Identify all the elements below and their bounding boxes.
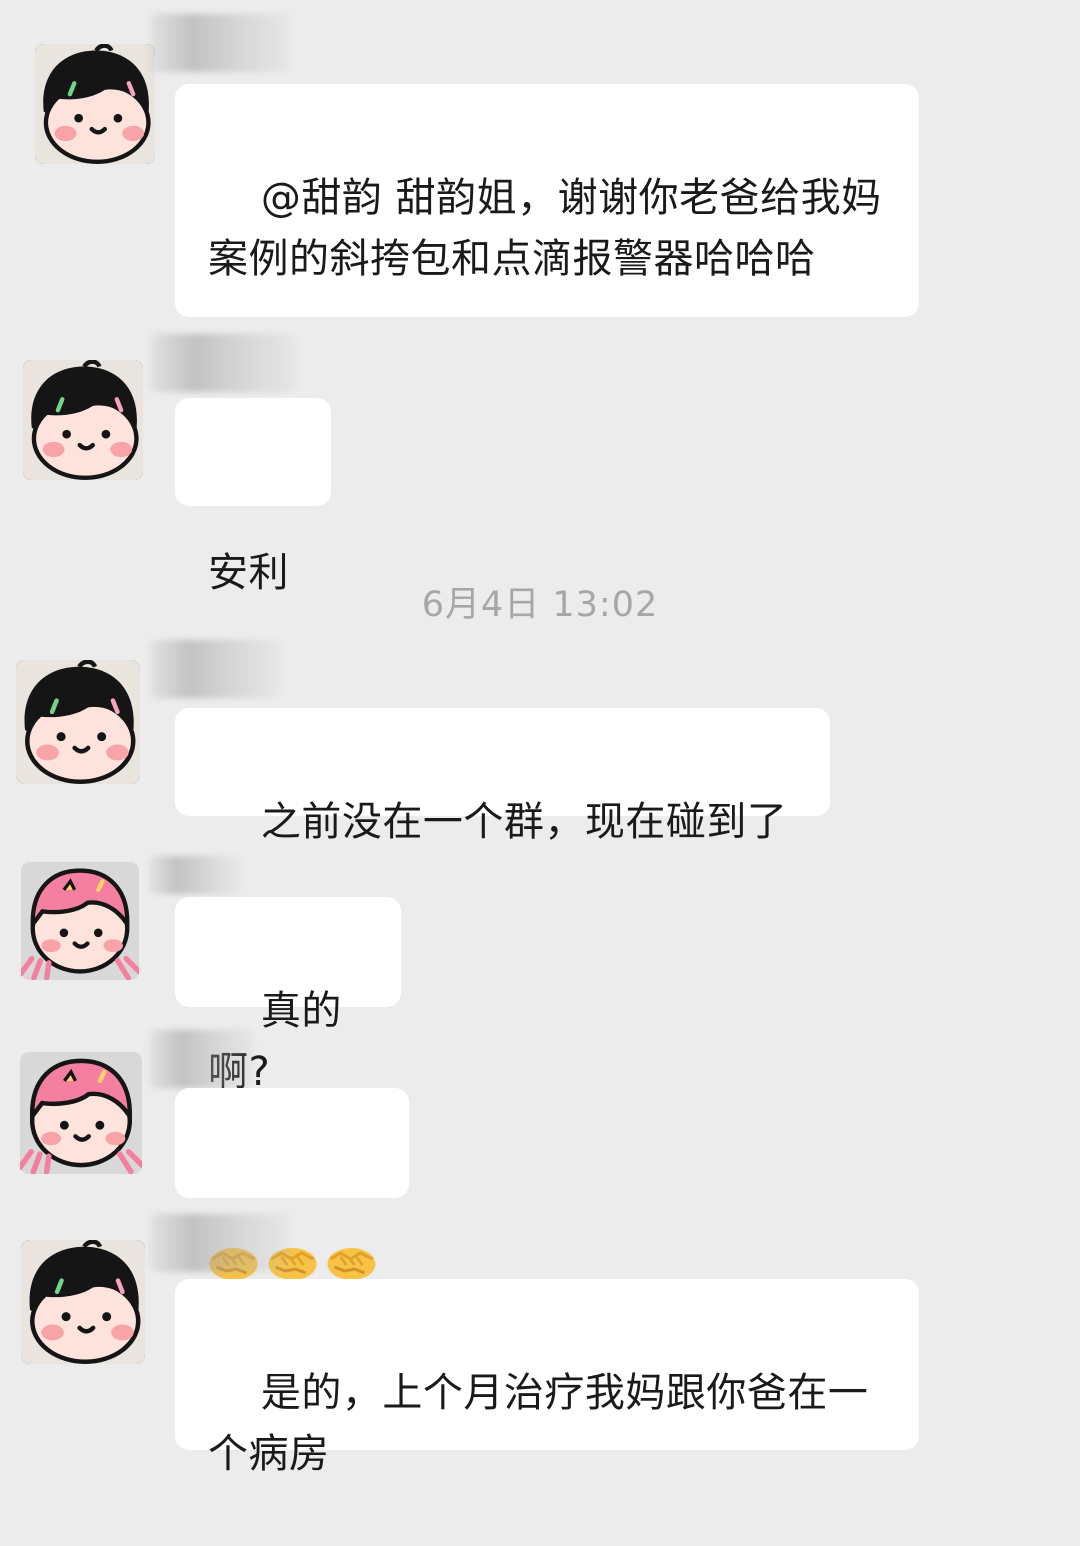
message-text: @甜韵 甜韵姐，谢谢你老爸给我妈案例的斜挎包和点滴报警器哈哈哈 [208, 175, 882, 282]
black-hair-avatar[interactable] [8, 660, 118, 770]
message-bubble[interactable] [175, 1088, 409, 1198]
message-bubble[interactable]: 是的，上个月治疗我妈跟你爸在一个病房 [175, 1279, 919, 1477]
black-hair-avatar[interactable] [14, 1240, 124, 1350]
blurred-sender-name [150, 14, 290, 72]
chat-timestamp: 6月4日 13:02 [421, 585, 659, 625]
pink-hair-avatar[interactable] [14, 862, 124, 972]
message-bubble[interactable]: 之前没在一个群，现在碰到了 [175, 708, 830, 845]
message-text: 是的，上个月治疗我妈跟你爸在一个病房 [208, 1370, 869, 1477]
message-bubble[interactable]: 真的啊? [175, 897, 401, 1095]
message-bubble[interactable]: @甜韵 甜韵姐，谢谢你老爸给我妈案例的斜挎包和点滴报警器哈哈哈 [175, 84, 919, 317]
blurred-sender-name [150, 640, 280, 698]
message-text: 之前没在一个群，现在碰到了 [260, 799, 788, 845]
blurred-sender-name [150, 856, 240, 894]
black-hair-avatar[interactable] [16, 360, 126, 470]
black-hair-avatar[interactable] [30, 44, 140, 154]
pink-hair-avatar[interactable] [14, 1052, 124, 1162]
blurred-sender-name [150, 1030, 254, 1088]
message-bubble[interactable]: 安利 [175, 398, 331, 596]
blurred-sender-name [150, 1214, 290, 1272]
blurred-sender-name [150, 334, 296, 392]
